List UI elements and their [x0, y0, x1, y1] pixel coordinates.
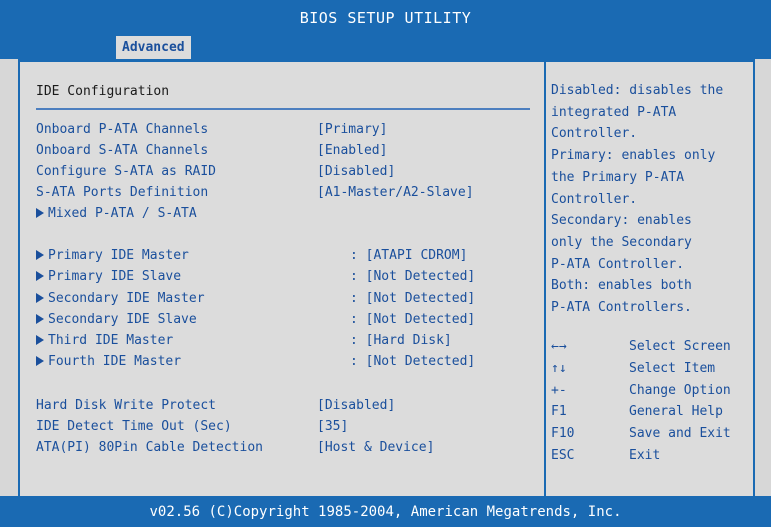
device-value: : [Hard Disk] [350, 333, 452, 348]
key-desc: Select Item [629, 361, 716, 376]
submenu-label: Secondary IDE Slave [48, 312, 197, 327]
help-line: only the Secondary [551, 234, 692, 250]
setting-value-cable-detection[interactable]: [Host & Device] [317, 440, 434, 455]
submenu-arrow-icon [36, 250, 44, 260]
setting-label-cable-detection[interactable]: ATA(PI) 80Pin Cable Detection [36, 440, 263, 455]
setting-value-write-protect[interactable]: [Disabled] [317, 398, 395, 413]
submenu-label: Secondary IDE Master [48, 291, 205, 306]
setting-value-onboard-pata[interactable]: [Primary] [317, 122, 387, 137]
device-value: : [ATAPI CDROM] [350, 248, 468, 263]
help-line: Secondary: enables [551, 213, 692, 229]
tab-advanced[interactable]: Advanced [116, 36, 191, 59]
setting-label-onboard-sata[interactable]: Onboard S-ATA Channels [36, 143, 208, 158]
key-select-item: ↑↓ [551, 361, 567, 376]
help-line: integrated P-ATA [551, 104, 677, 120]
help-line: Both: enables both [551, 278, 692, 294]
setting-label-write-protect[interactable]: Hard Disk Write Protect [36, 398, 216, 413]
tab-bar: Advanced [0, 34, 771, 59]
help-pane: Disabled: disables the integrated P-ATA … [551, 62, 751, 499]
help-line: Primary: enables only [551, 148, 716, 164]
key-change-option: +- [551, 383, 567, 398]
submenu-mixed-pata-sata[interactable]: Mixed P-ATA / S-ATA [36, 206, 197, 221]
device-value: : [Not Detected] [350, 269, 476, 284]
key-desc: Save and Exit [629, 426, 731, 441]
setting-label-sata-ports[interactable]: S-ATA Ports Definition [36, 185, 208, 200]
submenu-fourth-ide-master[interactable]: Fourth IDE Master [36, 354, 181, 369]
setting-value-onboard-sata[interactable]: [Enabled] [317, 143, 387, 158]
submenu-arrow-icon [36, 293, 44, 303]
submenu-secondary-ide-master[interactable]: Secondary IDE Master [36, 291, 205, 306]
key-general-help: F1 [551, 404, 567, 419]
submenu-label: Primary IDE Master [48, 248, 189, 263]
key-desc: Change Option [629, 383, 731, 398]
key-save-exit: F10 [551, 426, 575, 441]
key-select-screen: ←→ [551, 339, 567, 354]
setting-value-sata-raid[interactable]: [Disabled] [317, 164, 395, 179]
help-line: P-ATA Controller. [551, 256, 685, 272]
submenu-primary-ide-master[interactable]: Primary IDE Master [36, 248, 189, 263]
section-divider [36, 108, 530, 110]
setting-value-sata-ports[interactable]: [A1-Master/A2-Slave] [317, 185, 474, 200]
setting-label-onboard-pata[interactable]: Onboard P-ATA Channels [36, 122, 208, 137]
setting-value-detect-timeout[interactable]: [35] [317, 419, 348, 434]
device-value: : [Not Detected] [350, 354, 476, 369]
submenu-label: Fourth IDE Master [48, 354, 182, 369]
help-line: the Primary P-ATA [551, 169, 685, 185]
section-title: IDE Configuration [36, 84, 170, 99]
setting-label-sata-raid[interactable]: Configure S-ATA as RAID [36, 164, 216, 179]
submenu-label: Primary IDE Slave [48, 269, 182, 284]
submenu-label: Third IDE Master [48, 333, 174, 348]
main-panel: IDE Configuration Onboard P-ATA Channels… [18, 59, 755, 499]
window-title: BIOS SETUP UTILITY [0, 0, 771, 34]
copyright-footer: v02.56 (C)Copyright 1985-2004, American … [0, 496, 771, 527]
help-line: P-ATA Controllers. [551, 300, 692, 316]
submenu-third-ide-master[interactable]: Third IDE Master [36, 333, 173, 348]
settings-pane: IDE Configuration Onboard P-ATA Channels… [20, 62, 542, 499]
device-value: : [Not Detected] [350, 291, 476, 306]
submenu-label: Mixed P-ATA / S-ATA [48, 206, 197, 221]
help-line: Controller. [551, 126, 638, 142]
submenu-arrow-icon [36, 271, 44, 281]
submenu-primary-ide-slave[interactable]: Primary IDE Slave [36, 269, 181, 284]
help-line: Disabled: disables the [551, 83, 724, 98]
bios-screen: BIOS SETUP UTILITY Advanced IDE Configur… [0, 0, 771, 527]
key-exit: ESC [551, 448, 575, 463]
submenu-arrow-icon [36, 314, 44, 324]
submenu-secondary-ide-slave[interactable]: Secondary IDE Slave [36, 312, 197, 327]
key-desc: Select Screen [629, 339, 731, 354]
help-line: Controller. [551, 191, 638, 207]
submenu-arrow-icon [36, 356, 44, 366]
key-desc: General Help [629, 404, 723, 419]
key-desc: Exit [629, 448, 661, 463]
pane-divider [544, 62, 546, 499]
submenu-arrow-icon [36, 335, 44, 345]
device-value: : [Not Detected] [350, 312, 476, 327]
setting-label-detect-timeout[interactable]: IDE Detect Time Out (Sec) [36, 419, 232, 434]
submenu-arrow-icon [36, 208, 44, 218]
help-text: Disabled: disables the integrated P-ATA … [551, 80, 751, 319]
